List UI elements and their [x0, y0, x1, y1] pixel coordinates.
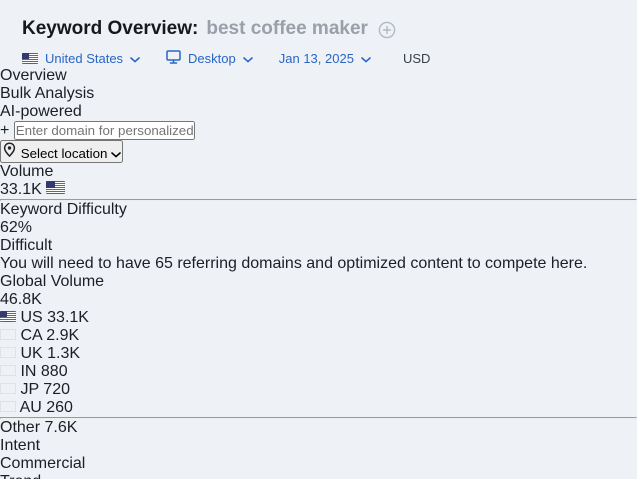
- trend-card: Trend: [0, 473, 637, 479]
- date-filter-dropdown[interactable]: Jan 13, 2025: [279, 51, 371, 66]
- volume-card: Volume 33.1K Keyword Difficulty 62% Diff…: [0, 163, 637, 273]
- country-volume-value[interactable]: 2.9K: [46, 327, 79, 344]
- date-filter-label: Jan 13, 2025: [278, 51, 354, 66]
- keyword-difficulty-label: Keyword Difficulty: [0, 201, 127, 218]
- other-volume-value: 7.6K: [44, 419, 78, 436]
- ca-flag-icon: [0, 329, 16, 340]
- uk-flag-icon: [0, 347, 16, 358]
- select-location-label: Select location: [20, 146, 108, 161]
- volume-value-row: 33.1K: [0, 181, 637, 199]
- au-flag-icon: [0, 401, 16, 412]
- device-filter-dropdown[interactable]: Desktop: [166, 50, 253, 67]
- country-volume-value[interactable]: 260: [46, 399, 73, 416]
- ai-powered-badge: AI-powered: [0, 103, 82, 120]
- desktop-icon: [166, 50, 181, 67]
- chevron-down-icon: [361, 51, 371, 66]
- country-code-link[interactable]: AU: [20, 399, 42, 416]
- sparkle-plus-icon: +: [0, 122, 10, 139]
- country-code-link[interactable]: UK: [20, 345, 42, 362]
- chevron-down-icon: [242, 51, 253, 66]
- country-volume-row: UK 1.3K: [0, 345, 637, 363]
- country-code-link[interactable]: CA: [20, 327, 41, 344]
- filter-row: United States Desktop Jan 13, 2025 USD: [22, 50, 617, 67]
- cards-row: Volume 33.1K Keyword Difficulty 62% Diff…: [0, 163, 637, 479]
- kd-score: 62% Difficult: [0, 219, 637, 255]
- domain-input[interactable]: [13, 121, 195, 140]
- country-code-link[interactable]: JP: [20, 381, 38, 398]
- tab-bulk-analysis[interactable]: Bulk Analysis: [0, 85, 637, 103]
- country-volume-value[interactable]: 1.3K: [47, 345, 80, 362]
- kd-percent: 62%: [0, 219, 33, 236]
- keyword-overview-page: Keyword Overview: best coffee maker Unit…: [0, 0, 637, 479]
- country-volume-row: US 33.1K: [0, 309, 637, 327]
- intent-label: Intent: [0, 437, 41, 454]
- global-volume-label: Global Volume: [0, 273, 105, 290]
- global-volume-card: Global Volume 46.8K US 33.1K CA 2.9K UK …: [0, 273, 637, 437]
- page-title: Keyword Overview: best coffee maker: [22, 18, 617, 40]
- in-flag-icon: [0, 365, 16, 376]
- intent-commercial-badge: Commercial: [0, 455, 86, 472]
- intent-card: Intent Commercial: [0, 437, 637, 473]
- chevron-down-icon: [111, 146, 121, 161]
- other-volume-row: Other 7.6K: [0, 419, 637, 437]
- country-volume-row: AU 260: [0, 399, 637, 417]
- tab-overview[interactable]: Overview: [0, 67, 637, 85]
- other-label: Other: [0, 419, 41, 436]
- location-filter-dropdown[interactable]: United States: [22, 51, 140, 66]
- location-filter-label: United States: [45, 51, 124, 66]
- country-volume-list: US 33.1K CA 2.9K UK 1.3K IN 880 JP 720 A…: [0, 309, 637, 437]
- country-code-link[interactable]: IN: [20, 363, 36, 380]
- ai-toolbar: AI-powered + Select location: [0, 103, 637, 163]
- tab-bar: Overview Bulk Analysis: [0, 67, 637, 103]
- header: Keyword Overview: best coffee maker Unit…: [0, 0, 637, 67]
- kd-note: You will need to have 65 referring domai…: [0, 255, 588, 272]
- country-volume-row: CA 2.9K: [0, 327, 637, 345]
- add-keyword-icon[interactable]: [378, 21, 396, 39]
- country-volume-value[interactable]: 720: [43, 381, 70, 398]
- country-volume-value: 33.1K: [47, 309, 89, 326]
- global-volume-value: 46.8K: [0, 291, 42, 308]
- keyword-difficulty-row: 62% Difficult: [0, 219, 637, 255]
- us-flag-icon: [46, 181, 66, 194]
- country-volume-value[interactable]: 880: [41, 363, 68, 380]
- ai-domain-box: AI-powered +: [0, 103, 637, 140]
- page-title-label: Keyword Overview:: [22, 18, 199, 39]
- country-volume-row: JP 720: [0, 381, 637, 399]
- keyword-text: best coffee maker: [206, 18, 368, 39]
- jp-flag-icon: [0, 383, 16, 394]
- location-pin-icon: [2, 142, 17, 161]
- volume-value: 33.1K: [0, 181, 42, 198]
- country-volume-row: IN 880: [0, 363, 637, 381]
- domain-input-wrap[interactable]: +: [0, 121, 637, 140]
- us-flag-icon: [22, 53, 38, 64]
- country-code-link[interactable]: US: [20, 309, 42, 326]
- right-column: Intent Commercial Trend: [0, 437, 637, 479]
- kd-level: Difficult: [0, 237, 53, 254]
- volume-label: Volume: [0, 163, 54, 180]
- chevron-down-icon: [130, 51, 140, 66]
- trend-label: Trend: [0, 473, 637, 479]
- us-flag-icon: [0, 311, 16, 322]
- select-location-button[interactable]: Select location: [0, 140, 124, 163]
- currency-label: USD: [402, 51, 431, 66]
- device-filter-label: Desktop: [188, 51, 236, 66]
